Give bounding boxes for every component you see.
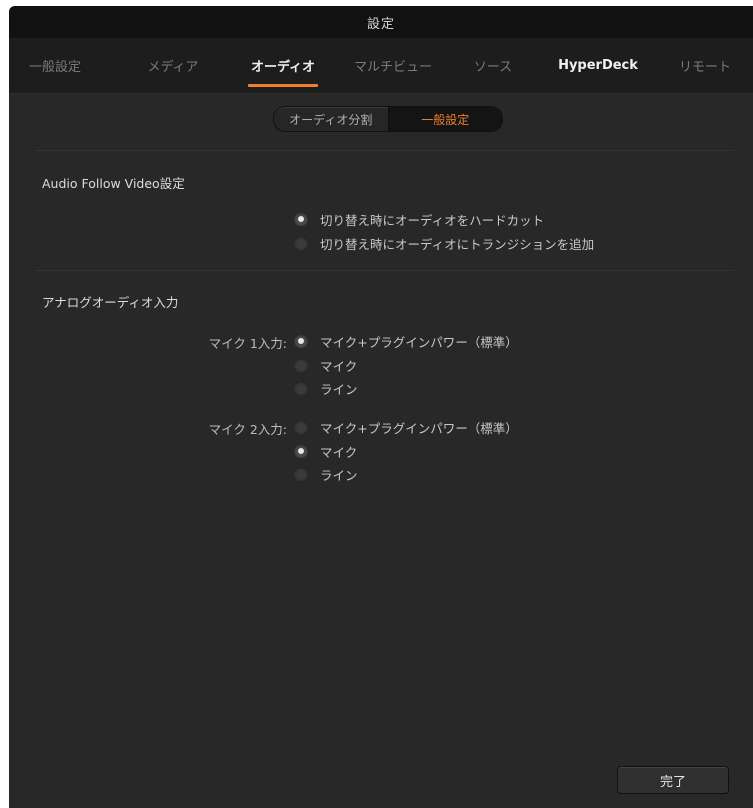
radio-button[interactable] — [294, 420, 308, 434]
divider — [35, 150, 734, 151]
subtab-audio-split[interactable]: オーディオ分割 — [274, 107, 388, 131]
mic2-option-mic[interactable]: マイク — [294, 441, 357, 461]
afv-option-label: 切り替え時にオーディオにトランジションを追加 — [320, 236, 595, 252]
radio-button-checked[interactable] — [294, 212, 308, 226]
radio-button-checked[interactable] — [294, 334, 308, 348]
mic1-option-mic[interactable]: マイク — [294, 355, 357, 375]
audio-subtab-switch: オーディオ分割 一般設定 — [273, 106, 503, 132]
tab-general[interactable]: 一般設定 — [23, 38, 87, 93]
subtab-general[interactable]: 一般設定 — [387, 107, 502, 131]
mic1-option-label: マイク — [320, 358, 358, 374]
mic1-option-mic-plugin-power[interactable]: マイク+プラグインパワー（標準） — [294, 331, 518, 351]
tab-hyperdeck[interactable]: HyperDeck — [555, 38, 641, 93]
tab-bar: 一般設定 メディア オーディオ マルチビュー ソース HyperDeck リモー… — [9, 38, 753, 94]
active-tab-indicator — [248, 84, 318, 87]
mic1-input-label: マイク 1入力: — [208, 336, 287, 351]
divider — [35, 270, 734, 271]
done-button[interactable]: 完了 — [617, 766, 729, 794]
radio-button[interactable] — [294, 358, 308, 372]
window-title: 設定 — [366, 16, 395, 32]
afv-section-title: Audio Follow Video設定 — [42, 176, 185, 191]
afv-option-hard-cut[interactable]: 切り替え時にオーディオをハードカット — [294, 209, 544, 229]
mic2-option-label: ライン — [320, 467, 358, 483]
afv-option-label: 切り替え時にオーディオをハードカット — [320, 212, 545, 228]
title-bar: 設定 — [9, 6, 753, 38]
analog-section-title: アナログオーディオ入力 — [42, 295, 179, 310]
tab-media[interactable]: メディア — [140, 38, 206, 93]
afv-option-transition[interactable]: 切り替え時にオーディオにトランジションを追加 — [294, 233, 594, 253]
radio-button-checked[interactable] — [294, 444, 308, 458]
radio-button[interactable] — [294, 467, 308, 481]
mic1-option-label: ライン — [320, 381, 358, 397]
mic1-option-label: マイク+プラグインパワー（標準） — [320, 334, 518, 350]
radio-button[interactable] — [294, 381, 308, 395]
tab-remote[interactable]: リモート — [675, 38, 735, 93]
mic2-input-label: マイク 2入力: — [208, 422, 287, 437]
mic2-option-label: マイク — [320, 444, 358, 460]
settings-window: 設定 一般設定 メディア オーディオ マルチビュー ソース HyperDeck … — [9, 6, 753, 808]
mic2-option-line[interactable]: ライン — [294, 464, 358, 484]
mic1-option-line[interactable]: ライン — [294, 378, 358, 398]
tab-sources[interactable]: ソース — [468, 38, 518, 93]
mic2-option-label: マイク+プラグインパワー（標準） — [320, 420, 518, 436]
radio-button[interactable] — [294, 236, 308, 250]
tab-multiview[interactable]: マルチビュー — [349, 38, 437, 93]
mic2-option-mic-plugin-power[interactable]: マイク+プラグインパワー（標準） — [294, 417, 518, 437]
